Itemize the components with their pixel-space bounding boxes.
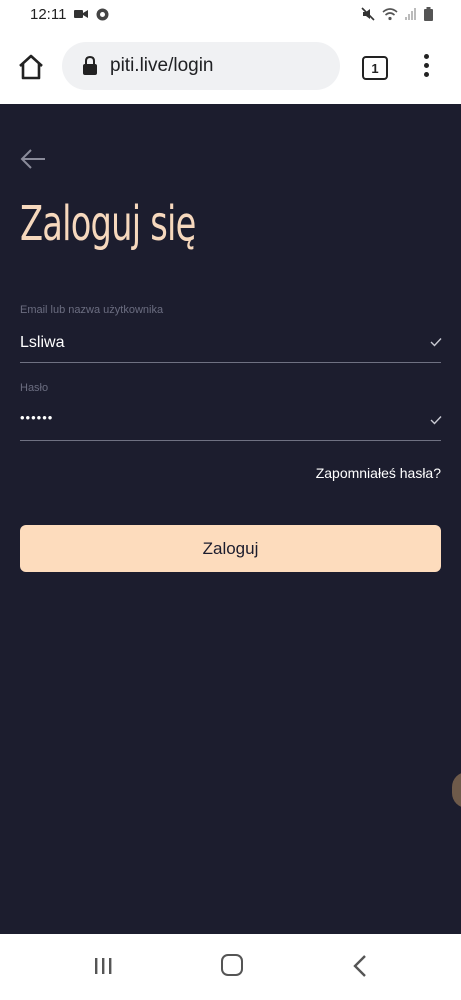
browser-toolbar: piti.live/login 1 bbox=[0, 28, 461, 104]
url-text: piti.live/login bbox=[110, 55, 214, 76]
check-icon bbox=[430, 338, 442, 347]
video-camera-icon bbox=[74, 10, 89, 18]
page-title: Zaloguj się bbox=[20, 196, 196, 252]
password-underline bbox=[20, 440, 441, 441]
floating-bubble[interactable] bbox=[452, 772, 461, 808]
email-label: Email lub nazwa użytkownika bbox=[20, 304, 164, 316]
forgot-password-link[interactable]: Zapomniałeś hasła? bbox=[316, 465, 441, 481]
mute-icon bbox=[361, 7, 375, 21]
chrome-icon bbox=[96, 8, 109, 20]
email-field[interactable]: Lsliwa bbox=[20, 334, 64, 352]
wifi-icon bbox=[382, 7, 398, 20]
login-page: Zaloguj się Email lub nazwa użytkownika … bbox=[0, 104, 461, 934]
status-time: 12:11 bbox=[30, 5, 67, 23]
recents-icon[interactable] bbox=[92, 956, 114, 976]
back-chevron-icon[interactable] bbox=[352, 954, 368, 978]
tabs-button[interactable]: 1 bbox=[362, 56, 388, 80]
login-button-label: Zaloguj bbox=[202, 538, 259, 558]
login-button[interactable]: Zaloguj bbox=[20, 525, 441, 572]
status-bar: 12:11 bbox=[0, 0, 461, 28]
system-nav-bar bbox=[0, 934, 461, 1000]
password-field[interactable]: •••••• bbox=[20, 410, 53, 425]
address-bar[interactable]: piti.live/login bbox=[62, 42, 340, 90]
arrow-left-icon[interactable] bbox=[20, 148, 46, 170]
more-vert-icon[interactable] bbox=[420, 54, 432, 80]
password-label: Hasło bbox=[20, 382, 49, 394]
tab-count: 1 bbox=[371, 60, 379, 76]
email-underline bbox=[20, 362, 441, 363]
home-icon[interactable] bbox=[16, 52, 46, 82]
battery-icon bbox=[424, 7, 433, 21]
signal-icon bbox=[405, 8, 416, 20]
check-icon bbox=[430, 416, 442, 425]
lock-icon bbox=[83, 56, 97, 75]
home-circle-icon[interactable] bbox=[221, 954, 243, 976]
